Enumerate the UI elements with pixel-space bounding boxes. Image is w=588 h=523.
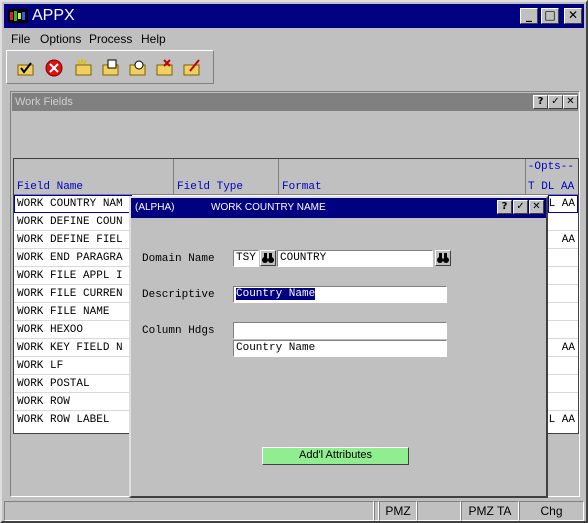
- status-cell: PMZ: [379, 501, 417, 521]
- field-detail-dialog: (ALPHA) WORK COUNTRY NAME ? ✓ ✕ Domain N…: [129, 196, 548, 498]
- menu-bar: File Options Process Help: [4, 29, 584, 48]
- descriptive-label: Descriptive: [142, 289, 215, 301]
- binoculars-icon[interactable]: [435, 250, 451, 266]
- column-header-field-type: Field Type: [174, 159, 279, 195]
- column-header-opts: -Opts-- T DL AA: [527, 161, 575, 193]
- close-button[interactable]: ✕: [529, 200, 544, 214]
- help-button[interactable]: ?: [533, 95, 548, 109]
- status-cell: PMZ TA: [461, 501, 519, 521]
- status-cell: [417, 501, 461, 521]
- toolbar: [6, 50, 214, 84]
- column-header-field-name: Field Name: [14, 159, 174, 195]
- additional-attributes-button[interactable]: Add'l Attributes: [262, 447, 409, 465]
- delete-folder-icon[interactable]: [154, 57, 176, 79]
- title-bar: APPX _ □ ✕: [4, 4, 584, 28]
- menu-process[interactable]: Process: [89, 32, 132, 46]
- dialog-title-bar: (ALPHA) WORK COUNTRY NAME ? ✓ ✕: [131, 198, 546, 218]
- field-type-label: (ALPHA): [135, 202, 175, 213]
- domain-name-label: Domain Name: [142, 253, 215, 265]
- menu-file[interactable]: File: [11, 32, 30, 46]
- status-bar: PMZ PMZ TA Chg: [4, 501, 584, 521]
- field-name-title: WORK COUNTRY NAME: [211, 202, 326, 213]
- column-heading-2-field[interactable]: Country Name: [233, 340, 447, 357]
- menu-options[interactable]: Options: [40, 32, 81, 46]
- descriptive-field[interactable]: Country Name: [233, 286, 447, 303]
- binoculars-icon[interactable]: [260, 250, 276, 266]
- work-fields-title-bar: Work Fields ? ✓ ✕: [12, 93, 578, 111]
- open-folder-icon[interactable]: [100, 57, 122, 79]
- domain-app-field[interactable]: TSY: [233, 250, 259, 267]
- menu-help[interactable]: Help: [141, 32, 166, 46]
- column-heading-1-field[interactable]: [233, 322, 447, 339]
- status-cell: Chg: [519, 501, 584, 521]
- ok-button[interactable]: ✓: [548, 95, 563, 109]
- stop-icon[interactable]: [43, 57, 65, 79]
- work-fields-title: Work Fields: [15, 96, 73, 108]
- ok-button[interactable]: ✓: [513, 200, 528, 214]
- appx-window: APPX _ □ ✕ File Options Process Help Wor…: [0, 0, 588, 523]
- column-hdgs-label: Column Hdgs: [142, 325, 215, 337]
- help-button[interactable]: ?: [497, 200, 512, 214]
- app-title: APPX: [32, 7, 75, 24]
- edit-folder-icon[interactable]: [181, 57, 203, 79]
- column-header-format: Format: [279, 159, 526, 195]
- search-folder-icon[interactable]: [127, 57, 149, 79]
- new-folder-icon[interactable]: [73, 57, 95, 79]
- status-cell: [4, 501, 374, 521]
- grid-header: Field Name Field Type Format -Opts-- T D…: [14, 159, 578, 195]
- close-button[interactable]: ✕: [564, 8, 582, 24]
- minimize-button[interactable]: _: [520, 8, 538, 24]
- check-folder-icon[interactable]: [15, 57, 37, 79]
- appx-logo-icon: [8, 9, 28, 23]
- close-button[interactable]: ✕: [563, 95, 578, 109]
- domain-name-field[interactable]: COUNTRY: [277, 250, 433, 267]
- maximize-button[interactable]: □: [541, 8, 559, 24]
